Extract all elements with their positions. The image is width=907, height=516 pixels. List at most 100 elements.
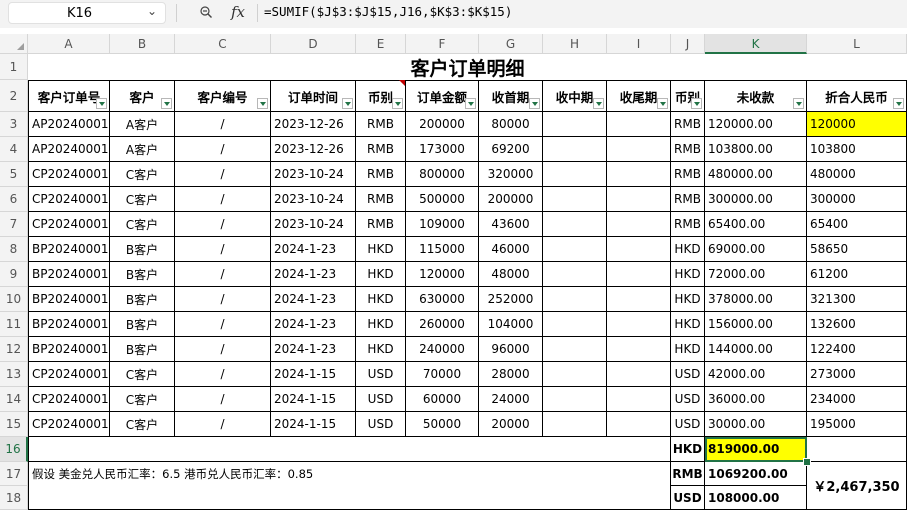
- filter-dropdown-icon[interactable]: [465, 98, 476, 109]
- cell-h10[interactable]: [543, 287, 607, 312]
- column-header-l[interactable]: L: [807, 34, 907, 54]
- cell-d3[interactable]: 2023-12-26: [271, 112, 356, 137]
- cell-f5[interactable]: 800000: [406, 162, 479, 187]
- cell-e9[interactable]: HKD: [356, 262, 406, 287]
- cell-i9[interactable]: [607, 262, 671, 287]
- cell-d6[interactable]: 2023-10-24: [271, 187, 356, 212]
- filter-dropdown-icon[interactable]: [691, 98, 702, 109]
- filter-dropdown-icon[interactable]: [529, 98, 540, 109]
- cell-g14[interactable]: 24000: [479, 387, 543, 412]
- cell-g7[interactable]: 43600: [479, 212, 543, 237]
- cell-i14[interactable]: [607, 387, 671, 412]
- cell-k11[interactable]: 156000.00: [705, 312, 807, 337]
- cell-k3[interactable]: 120000.00: [705, 112, 807, 137]
- cell-d14[interactable]: 2024-1-15: [271, 387, 356, 412]
- header-cell-c[interactable]: 客户编号: [175, 80, 271, 112]
- cell-d4[interactable]: 2023-12-26: [271, 137, 356, 162]
- cell-j5[interactable]: RMB: [671, 162, 705, 187]
- cell-k8[interactable]: 69000.00: [705, 237, 807, 262]
- row-header-18[interactable]: 18: [0, 486, 28, 510]
- cell-l15[interactable]: 195000: [807, 412, 907, 437]
- cell-e7[interactable]: RMB: [356, 212, 406, 237]
- column-header-k[interactable]: K: [705, 34, 807, 54]
- cell-e15[interactable]: USD: [356, 412, 406, 437]
- cell-j7[interactable]: RMB: [671, 212, 705, 237]
- cell-g5[interactable]: 320000: [479, 162, 543, 187]
- header-cell-f[interactable]: 订单金额: [406, 80, 479, 112]
- filter-dropdown-icon[interactable]: [593, 98, 604, 109]
- cell-d13[interactable]: 2024-1-15: [271, 362, 356, 387]
- cell-g3[interactable]: 80000: [479, 112, 543, 137]
- column-header-g[interactable]: G: [479, 34, 543, 54]
- cell-l10[interactable]: 321300: [807, 287, 907, 312]
- cell-f12[interactable]: 240000: [406, 337, 479, 362]
- cell-a14[interactable]: CP20240001: [28, 387, 110, 412]
- row-header-4[interactable]: 4: [0, 137, 28, 162]
- cell-b12[interactable]: B客户: [110, 337, 175, 362]
- cell-j4[interactable]: RMB: [671, 137, 705, 162]
- filter-dropdown-icon[interactable]: [893, 98, 904, 109]
- spreadsheet-grid[interactable]: A B C D E F G H I J K L 1 2 3 4 5 6 7 8 9 10 11 12 13 14 15 16 17 18 客…: [0, 34, 907, 516]
- cell-i13[interactable]: [607, 362, 671, 387]
- cell-g9[interactable]: 48000: [479, 262, 543, 287]
- cell-b6[interactable]: C客户: [110, 187, 175, 212]
- cell-e14[interactable]: USD: [356, 387, 406, 412]
- cell-k6[interactable]: 300000.00: [705, 187, 807, 212]
- column-header-h[interactable]: H: [543, 34, 607, 54]
- cell-j12[interactable]: HKD: [671, 337, 705, 362]
- cell-h12[interactable]: [543, 337, 607, 362]
- cell-b10[interactable]: B客户: [110, 287, 175, 312]
- cell-a13[interactable]: CP20240001: [28, 362, 110, 387]
- row-header-10[interactable]: 10: [0, 287, 28, 312]
- header-cell-i[interactable]: 收尾期: [607, 80, 671, 112]
- header-cell-b[interactable]: 客户: [110, 80, 175, 112]
- cell-j15[interactable]: USD: [671, 412, 705, 437]
- header-cell-h[interactable]: 收中期: [543, 80, 607, 112]
- cell-b3[interactable]: A客户: [110, 112, 175, 137]
- name-box[interactable]: K16 ⌄: [8, 2, 166, 24]
- cell-j6[interactable]: RMB: [671, 187, 705, 212]
- cell-l16[interactable]: [807, 437, 907, 462]
- cell-i15[interactable]: [607, 412, 671, 437]
- cell-j10[interactable]: HKD: [671, 287, 705, 312]
- cell-h4[interactable]: [543, 137, 607, 162]
- cell-h15[interactable]: [543, 412, 607, 437]
- cell-c7[interactable]: /: [175, 212, 271, 237]
- column-header-c[interactable]: C: [175, 34, 271, 54]
- cell-d8[interactable]: 2024-1-23: [271, 237, 356, 262]
- cell-i12[interactable]: [607, 337, 671, 362]
- cell-g11[interactable]: 104000: [479, 312, 543, 337]
- header-cell-k[interactable]: 未收款: [705, 80, 807, 112]
- row-header-1[interactable]: 1: [0, 54, 28, 80]
- row-header-17[interactable]: 17: [0, 462, 28, 486]
- column-header-j[interactable]: J: [671, 34, 705, 54]
- row-header-16[interactable]: 16: [0, 437, 28, 462]
- row-header-12[interactable]: 12: [0, 337, 28, 362]
- cell-i10[interactable]: [607, 287, 671, 312]
- cell-b4[interactable]: A客户: [110, 137, 175, 162]
- column-header-f[interactable]: F: [406, 34, 479, 54]
- cell-l8[interactable]: 58650: [807, 237, 907, 262]
- row-header-9[interactable]: 9: [0, 262, 28, 287]
- column-header-b[interactable]: B: [110, 34, 175, 54]
- cell-i6[interactable]: [607, 187, 671, 212]
- row-header-7[interactable]: 7: [0, 212, 28, 237]
- cell-l5[interactable]: 480000: [807, 162, 907, 187]
- cell-f8[interactable]: 115000: [406, 237, 479, 262]
- row-header-8[interactable]: 8: [0, 237, 28, 262]
- cell-h9[interactable]: [543, 262, 607, 287]
- filter-dropdown-icon[interactable]: [96, 98, 107, 109]
- header-cell-d[interactable]: 订单时间: [271, 80, 356, 112]
- filter-dropdown-icon[interactable]: [161, 98, 172, 109]
- cell-j14[interactable]: USD: [671, 387, 705, 412]
- summary-amount-hkd[interactable]: 819000.00: [705, 437, 807, 462]
- row-header-13[interactable]: 13: [0, 362, 28, 387]
- cell-a15[interactable]: CP20240001: [28, 412, 110, 437]
- cell-l6[interactable]: 300000: [807, 187, 907, 212]
- chevron-down-icon[interactable]: ⌄: [147, 4, 157, 18]
- cell-f7[interactable]: 109000: [406, 212, 479, 237]
- cell-d11[interactable]: 2024-1-23: [271, 312, 356, 337]
- cell-g15[interactable]: 20000: [479, 412, 543, 437]
- row-header-6[interactable]: 6: [0, 187, 28, 212]
- filter-dropdown-icon[interactable]: [392, 98, 403, 109]
